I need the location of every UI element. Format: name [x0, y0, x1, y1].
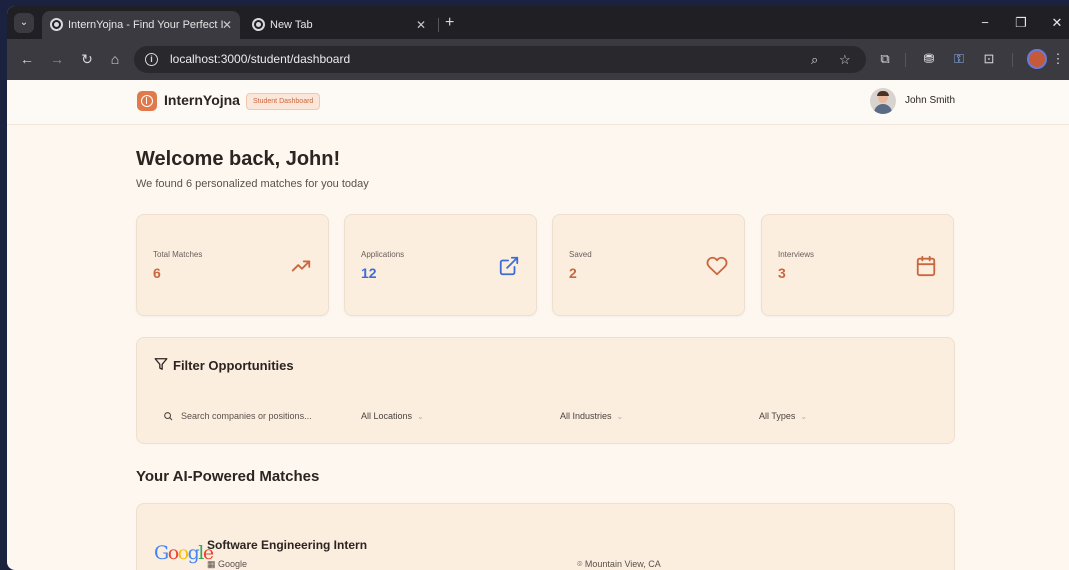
- matches-section-title: Your AI-Powered Matches: [136, 468, 320, 485]
- type-select[interactable]: All Types ⌄: [759, 406, 807, 426]
- job-location: ⌾ Mountain View, CA: [577, 559, 661, 570]
- dashboard-badge: Student Dashboard: [246, 93, 321, 110]
- app-header: InternYojna Student Dashboard John Smith: [7, 80, 1069, 125]
- lens-icon[interactable]: ⊡: [979, 49, 999, 69]
- logo-icon[interactable]: [137, 91, 157, 111]
- stat-label: Saved: [569, 250, 592, 259]
- stat-value: 12: [361, 265, 377, 281]
- chevron-down-icon: ⌄: [616, 412, 624, 421]
- close-window-button[interactable]: ✕: [1039, 6, 1069, 39]
- stat-label: Interviews: [778, 250, 815, 259]
- search-input[interactable]: [181, 406, 331, 426]
- industry-select-value: All Industries: [560, 411, 612, 421]
- favicon-icon: [50, 18, 63, 31]
- profile-avatar[interactable]: [1027, 49, 1047, 69]
- industry-select[interactable]: All Industries ⌄: [560, 406, 623, 426]
- brand-name[interactable]: InternYojna: [164, 92, 240, 108]
- filter-icon: [154, 358, 168, 370]
- tab-search-button[interactable]: ⌄: [14, 13, 34, 33]
- minimize-button[interactable]: −: [967, 6, 1003, 39]
- page-title: Welcome back, John!: [136, 148, 341, 170]
- address-bar[interactable]: i localhost:3000/student/dashboard ⌕ ☆: [134, 46, 866, 73]
- type-select-value: All Types: [759, 411, 796, 421]
- new-tab-button[interactable]: +: [445, 11, 454, 35]
- location-text: Mountain View, CA: [584, 559, 661, 569]
- bookmark-star-icon[interactable]: ☆: [839, 46, 851, 73]
- stat-card-applications[interactable]: Applications 12: [344, 214, 537, 316]
- search-icon: [164, 412, 173, 421]
- stat-label: Total Matches: [153, 250, 203, 259]
- tab-close-icon[interactable]: ✕: [222, 11, 232, 39]
- tab-new-tab[interactable]: New Tab ✕: [244, 11, 434, 39]
- job-company: ▦ Google: [207, 559, 247, 570]
- url-text[interactable]: localhost:3000/student/dashboard: [170, 46, 350, 73]
- stat-card-saved[interactable]: Saved 2: [552, 214, 745, 316]
- tab-strip: ⌄ InternYojna - Find Your Perfect I ✕ Ne…: [7, 6, 1069, 39]
- location-select[interactable]: All Locations ⌄: [361, 406, 424, 426]
- browser-toolbar: ← → ↻ ⌂ i localhost:3000/student/dashboa…: [7, 39, 1069, 80]
- password-key-icon[interactable]: ⚿: [949, 49, 969, 69]
- zoom-icon[interactable]: ⌕: [811, 46, 818, 73]
- browser-window: ⌄ InternYojna - Find Your Perfect I ✕ Ne…: [7, 6, 1069, 570]
- job-title[interactable]: Software Engineering Intern: [207, 538, 367, 552]
- back-button[interactable]: ←: [17, 49, 37, 69]
- restore-button[interactable]: ❐: [1003, 6, 1039, 39]
- user-avatar[interactable]: [870, 88, 896, 114]
- user-name[interactable]: John Smith: [905, 95, 955, 106]
- toolbar-divider: [905, 53, 906, 67]
- building-icon: ▦: [207, 559, 216, 569]
- site-info-icon[interactable]: i: [145, 53, 158, 66]
- company-logo: Google: [154, 542, 214, 564]
- trending-up-icon: [291, 260, 311, 272]
- page-subtitle: We found 6 personalized matches for you …: [136, 178, 369, 190]
- location-select-value: All Locations: [361, 411, 413, 421]
- filter-title: Filter Opportunities: [173, 358, 294, 373]
- favicon-icon: [252, 18, 265, 31]
- home-button[interactable]: ⌂: [105, 49, 125, 69]
- chevron-down-icon: ⌄: [417, 412, 424, 421]
- company-name: Google: [218, 559, 248, 569]
- map-pin-icon: ⌾: [577, 559, 583, 569]
- incognito-icon[interactable]: ⛃: [919, 49, 939, 69]
- tab-title: New Tab: [270, 19, 313, 31]
- menu-icon[interactable]: ⋮: [1051, 49, 1065, 69]
- stat-card-total-matches[interactable]: Total Matches 6: [136, 214, 329, 316]
- tab-divider: [438, 18, 439, 32]
- tab-title: InternYojna - Find Your Perfect I: [68, 19, 224, 31]
- stat-value: 2: [569, 265, 577, 281]
- filter-panel: Filter Opportunities All Locations ⌄ All …: [136, 337, 955, 444]
- toolbar-divider: [1012, 53, 1013, 67]
- tab-close-icon[interactable]: ✕: [416, 11, 426, 39]
- extensions-icon[interactable]: ⧉: [875, 49, 895, 69]
- tab-internyojna[interactable]: InternYojna - Find Your Perfect I ✕: [42, 11, 240, 39]
- stat-card-interviews[interactable]: Interviews 3: [761, 214, 954, 316]
- heart-icon: [706, 256, 728, 276]
- calendar-icon: [916, 255, 936, 277]
- stat-label: Applications: [361, 250, 405, 259]
- external-link-icon: [499, 256, 519, 276]
- job-card[interactable]: Google Software Engineering Intern ▦ Goo…: [136, 503, 955, 570]
- stat-value: 6: [153, 265, 161, 281]
- chevron-down-icon: ⌄: [800, 412, 808, 421]
- reload-button[interactable]: ↻: [77, 49, 97, 69]
- stat-value: 3: [778, 265, 786, 281]
- forward-button[interactable]: →: [47, 49, 67, 69]
